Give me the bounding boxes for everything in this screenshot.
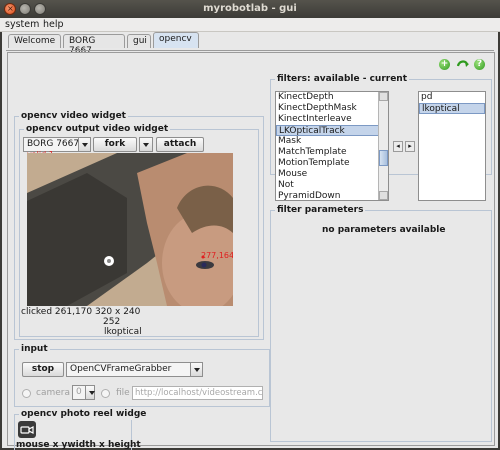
scroll-thumb[interactable] (379, 150, 388, 166)
chevron-down-icon (140, 138, 152, 151)
file-radio[interactable] (101, 389, 110, 398)
scroll-up-arrow[interactable] (379, 92, 388, 101)
menu-help[interactable]: help (43, 19, 64, 30)
help-icon[interactable]: ? (474, 59, 485, 70)
video-widget-title: opencv video widget (19, 111, 128, 122)
chevron-down-icon (85, 386, 95, 399)
list-item[interactable]: Not (276, 180, 388, 191)
available-filters-scrollbar[interactable] (378, 92, 388, 200)
camera-index-select[interactable]: 0 (72, 385, 95, 400)
move-left-arrow-icon[interactable]: ◂ (393, 141, 403, 152)
window-titlebar: × myrobotlab - gui (0, 0, 500, 18)
active-filter-label: lkoptical (104, 327, 142, 337)
tab-opencv[interactable]: opencv (153, 32, 199, 48)
list-item[interactable]: lkoptical (419, 103, 485, 114)
list-item[interactable]: Mask (276, 136, 388, 147)
grabber-select[interactable]: OpenCVFrameGrabber (66, 362, 203, 377)
menu-system[interactable]: system (5, 19, 39, 30)
current-filters-list[interactable]: pd lkoptical (418, 91, 486, 201)
tab-welcome[interactable]: Welcome (8, 34, 61, 48)
available-filters-items: KinectDepth KinectDepthMask KinectInterlea… (276, 92, 388, 200)
frame-count: 252 (103, 317, 121, 327)
list-item[interactable]: KinectDepthMask (276, 103, 388, 114)
list-item[interactable]: pd (419, 92, 485, 103)
camera-index-value: 0 (76, 387, 82, 397)
list-item[interactable]: MatchTemplate (276, 147, 388, 158)
clicked-info: clicked 261,170 320 x 240 (21, 307, 141, 317)
scroll-down-arrow[interactable] (379, 191, 388, 200)
camera-radio[interactable] (22, 389, 31, 398)
grabber-value: OpenCVFrameGrabber (70, 364, 172, 374)
fork-dropdown[interactable] (139, 137, 153, 152)
filter-parameters-title: filter parameters (275, 205, 366, 216)
refresh-icon[interactable] (456, 58, 470, 70)
window-title: myrobotlab - gui (203, 3, 297, 14)
app-body: Welcome BORG 7667 gui opencv + ? opencv … (0, 32, 500, 450)
menu-bar: system help (0, 18, 500, 32)
filter-parameters-group: filter parameters (270, 205, 492, 442)
chevron-down-icon (78, 138, 90, 151)
tab-divider (6, 50, 494, 51)
tab-borg-7667[interactable]: BORG 7667 (63, 34, 125, 56)
mouse-info: mouse x ywidth x height (16, 440, 141, 450)
filters-title: filters: available - current (275, 74, 410, 85)
available-filters-list[interactable]: KinectDepth KinectDepthMask KinectInterlea… (275, 91, 389, 201)
opencv-panel: + ? opencv video widget opencv output vi… (7, 52, 495, 450)
current-filters-items: pd lkoptical (419, 92, 485, 114)
list-item[interactable]: PyramidDown (276, 191, 388, 200)
list-item[interactable]: MotionTemplate (276, 158, 388, 169)
tab-gui[interactable]: gui (127, 34, 151, 48)
attach-button[interactable]: attach (156, 137, 204, 152)
plus-icon[interactable]: + (439, 59, 450, 70)
tracking-point-label: 277,164 (201, 251, 233, 260)
no-parameters-message: no parameters available (322, 225, 446, 235)
chevron-down-icon (190, 363, 202, 376)
photo-reel-title: opencv photo reel widge (19, 409, 149, 420)
file-label: file (116, 388, 130, 398)
output-video-title: opencv output video widget (24, 124, 171, 135)
video-source-value: BORG 7667 (27, 139, 80, 149)
stop-button[interactable]: stop (22, 362, 64, 377)
input-title: input (19, 344, 50, 355)
file-url-input[interactable]: http://localhost/videostream.cgi (132, 386, 263, 400)
camera-icon[interactable] (18, 421, 36, 438)
list-item[interactable]: KinectInterleave (276, 114, 388, 125)
video-frame[interactable]: 277,164 (27, 153, 233, 306)
list-item[interactable]: Mouse (276, 169, 388, 180)
move-right-arrow-icon[interactable]: ▸ (405, 141, 415, 152)
list-item[interactable]: LKOpticalTrack (276, 125, 388, 136)
list-item[interactable]: KinectDepth (276, 92, 388, 103)
fork-button[interactable]: fork (93, 137, 137, 152)
camera-label: camera (36, 388, 70, 398)
